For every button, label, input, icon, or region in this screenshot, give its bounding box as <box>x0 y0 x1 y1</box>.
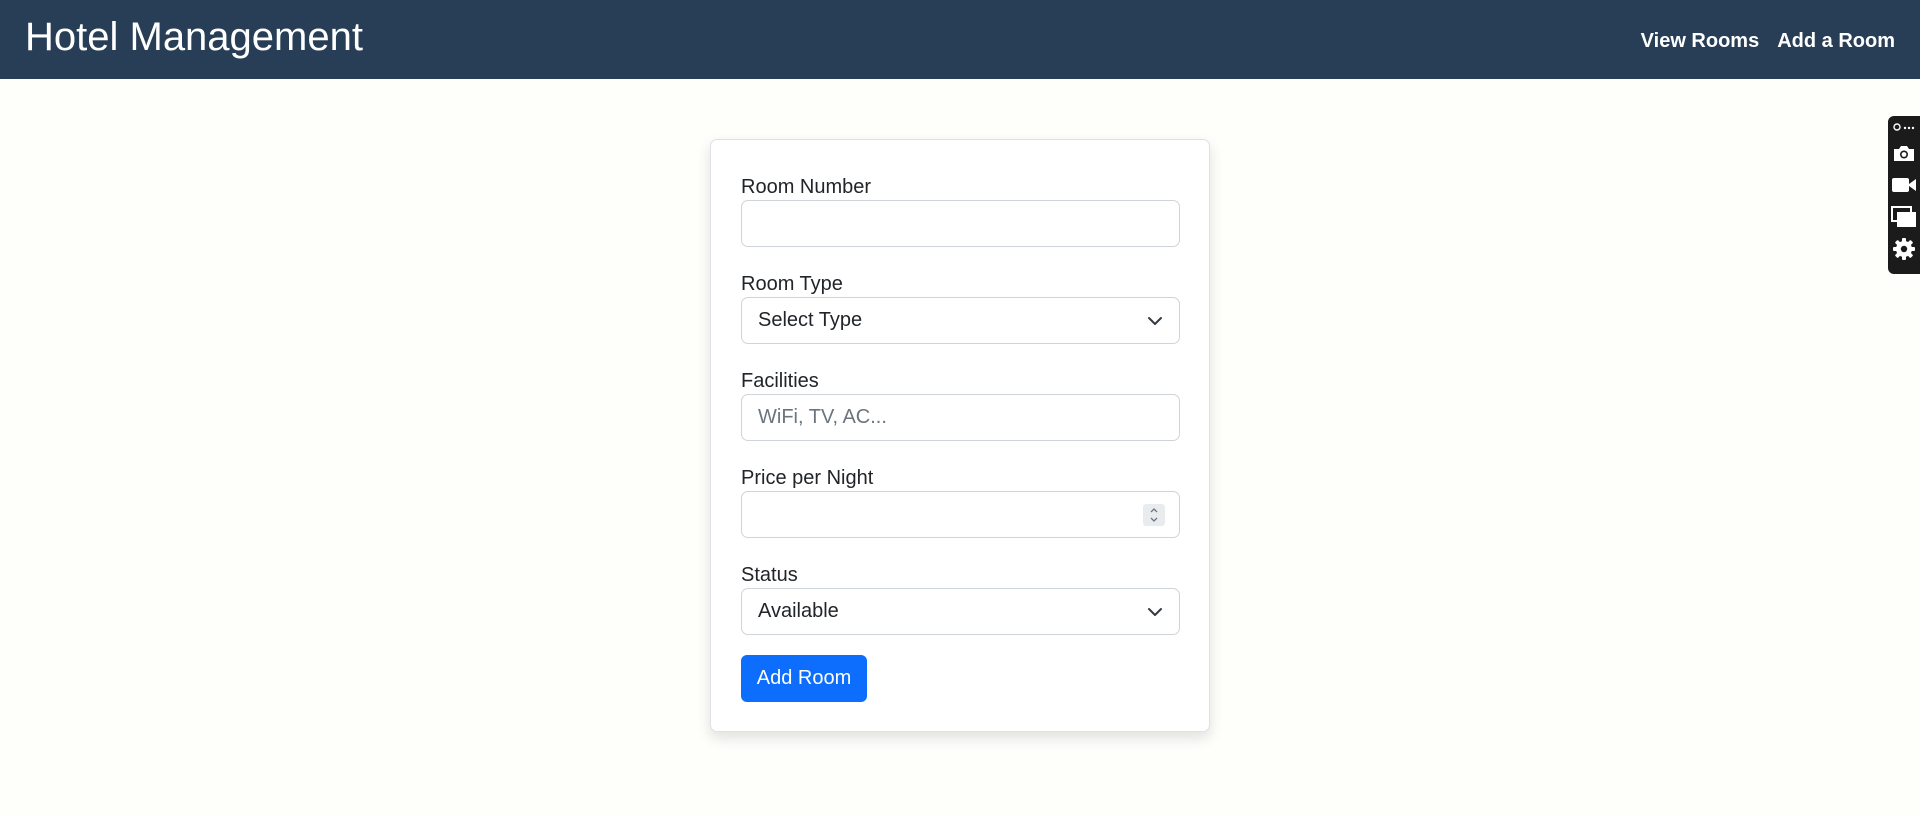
windows-icon[interactable] <box>1891 204 1917 230</box>
nav-link-add-room[interactable]: Add a Room <box>1777 30 1895 53</box>
price-field[interactable] <box>741 491 1180 538</box>
room-number-input[interactable] <box>758 201 1163 246</box>
brand-title[interactable]: Hotel Management <box>25 17 363 57</box>
side-toolbar <box>1888 116 1920 274</box>
nav-link-view-rooms[interactable]: View Rooms <box>1641 30 1760 53</box>
status-label: Status <box>741 564 798 586</box>
status-select[interactable]: Available <box>741 588 1180 635</box>
room-number-field[interactable] <box>741 200 1180 247</box>
status-selected: Available <box>758 600 839 622</box>
room-type-selected: Select Type <box>758 309 863 331</box>
add-room-form-card: Room Number Room Type Select Type Facili… <box>710 139 1210 732</box>
room-number-label: Room Number <box>741 176 872 198</box>
navbar: Hotel Management View Rooms Add a Room <box>0 0 1920 79</box>
price-input[interactable] <box>758 492 1163 537</box>
add-room-button[interactable]: Add Room <box>741 655 867 702</box>
facilities-field[interactable] <box>741 394 1180 441</box>
nav-links: View Rooms Add a Room <box>1641 30 1895 53</box>
link-more-icon[interactable] <box>1891 120 1917 134</box>
price-label: Price per Night <box>741 467 874 489</box>
room-type-select[interactable]: Select Type <box>741 297 1180 344</box>
price-stepper[interactable] <box>1143 504 1165 526</box>
chevron-down-icon <box>1148 316 1162 325</box>
facilities-input[interactable] <box>758 395 1163 440</box>
facilities-label: Facilities <box>741 370 819 392</box>
chevron-down-icon <box>1148 607 1162 616</box>
stepper-arrows-icon <box>1150 508 1158 522</box>
camera-icon[interactable] <box>1891 140 1917 166</box>
gear-icon[interactable] <box>1891 236 1917 262</box>
video-camera-icon[interactable] <box>1891 172 1917 198</box>
room-type-label: Room Type <box>741 273 843 295</box>
